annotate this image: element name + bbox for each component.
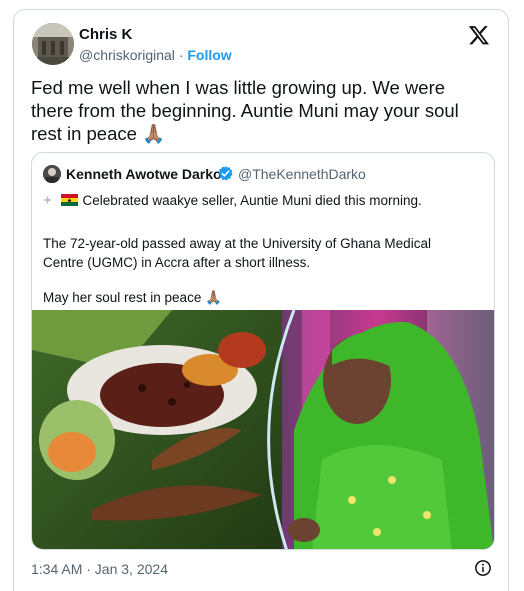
quoted-text-line-4: May her soul rest in peace 🙏🏽 [43, 290, 222, 305]
quoted-text-line-1: Celebrated waakye seller, Auntie Muni di… [82, 193, 422, 208]
author-name[interactable]: Chris K [79, 26, 132, 43]
quoted-author-name[interactable]: Kenneth Awotwe Darko [66, 166, 222, 182]
author-handle[interactable]: @chriskoriginal [79, 47, 175, 63]
info-icon[interactable] [474, 559, 492, 577]
tweet-text: Fed me well when I was little growing up… [31, 77, 459, 144]
quoted-text-line-3: Centre (UGMC) in Accra after a short ill… [43, 255, 311, 270]
quoted-text-line-2: The 72-year-old passed away at the Unive… [43, 236, 431, 251]
quoted-line-1: Celebrated waakye seller, Auntie Muni di… [43, 191, 483, 210]
ghana-flag-icon [60, 194, 78, 206]
separator-dot: · [178, 47, 184, 63]
avatar[interactable] [32, 23, 74, 65]
follow-button[interactable]: Follow [187, 47, 231, 63]
quoted-media-image[interactable] [32, 310, 494, 550]
quoted-tweet[interactable]: Kenneth Awotwe Darko @TheKennethDarko Ce… [31, 152, 495, 550]
quoted-avatar[interactable] [43, 165, 61, 183]
author-handle-row: @chriskoriginal · Follow [79, 47, 232, 63]
timestamp[interactable]: 1:34 AM · Jan 3, 2024 [31, 561, 168, 577]
sparkle-icon [43, 195, 53, 205]
quoted-author-handle[interactable]: @TheKennethDarko [238, 166, 366, 182]
tweet-card[interactable]: Chris K @chriskoriginal · Follow Fed me … [13, 9, 509, 591]
verified-badge-icon [218, 166, 233, 181]
x-logo-icon[interactable] [468, 24, 490, 46]
